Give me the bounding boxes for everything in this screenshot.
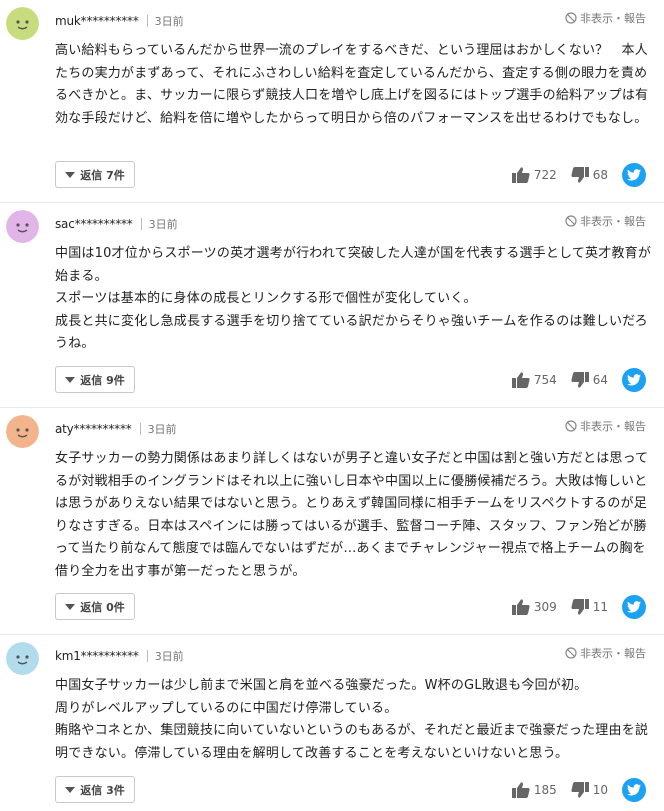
dislike-button[interactable]: 10 <box>571 782 608 798</box>
username[interactable]: muk********** <box>55 14 139 28</box>
divider <box>146 650 148 662</box>
dislike-count: 11 <box>592 600 608 614</box>
divider <box>139 423 141 435</box>
caret-down-icon <box>65 603 76 610</box>
divider <box>146 15 148 27</box>
caret-down-icon <box>65 786 76 793</box>
hide-report-link[interactable]: 非表示・報告 <box>565 645 646 661</box>
thumbs-down-icon <box>571 782 589 798</box>
prohibit-icon <box>565 647 577 659</box>
avatar-bg <box>6 642 39 675</box>
hide-report-label: 非表示・報告 <box>580 12 646 25</box>
twitter-share-button[interactable] <box>622 368 646 392</box>
reply-button[interactable]: 返信 0件 <box>55 593 135 620</box>
reply-button[interactable]: 返信 3件 <box>55 776 135 803</box>
thumbs-up-icon <box>511 782 530 798</box>
twitter-bird-icon <box>627 374 641 386</box>
thumbs-up-icon <box>511 167 530 183</box>
like-button[interactable]: 185 <box>511 782 557 798</box>
twitter-share-button[interactable] <box>622 778 646 802</box>
comment-actions: 309 11 <box>511 594 646 620</box>
twitter-bird-icon <box>627 169 641 181</box>
avatar-bg <box>6 415 39 448</box>
hide-report-link[interactable]: 非表示・報告 <box>565 213 646 229</box>
like-button[interactable]: 754 <box>511 372 557 388</box>
prohibit-icon <box>565 215 577 227</box>
hide-report-label: 非表示・報告 <box>580 215 646 228</box>
username[interactable]: km1********** <box>55 649 139 663</box>
comment-meta: aty********** 3日前 <box>55 420 177 438</box>
hide-report-label: 非表示・報告 <box>580 647 646 660</box>
caret-down-icon <box>65 171 76 178</box>
like-count: 185 <box>533 783 557 797</box>
comment-body: 女子サッカーの勢力関係はあまり詳しくはないが男子と違い女子だと中国は割と強い方だ… <box>55 451 649 579</box>
avatar[interactable] <box>6 210 39 243</box>
twitter-bird-icon <box>627 601 641 613</box>
twitter-share-button[interactable] <box>622 595 646 619</box>
thumbs-down-icon <box>571 599 589 615</box>
timestamp: 3日前 <box>147 423 177 436</box>
like-button[interactable]: 309 <box>511 599 557 615</box>
like-button[interactable]: 722 <box>511 167 557 183</box>
caret-down-icon <box>65 376 76 383</box>
like-count: 754 <box>533 373 557 387</box>
like-count: 722 <box>533 168 557 182</box>
avatar[interactable] <box>6 415 39 448</box>
reply-label: 返信 3件 <box>80 783 125 797</box>
username[interactable]: sac********** <box>55 217 133 231</box>
comment-meta: sac********** 3日前 <box>55 215 178 233</box>
prohibit-icon <box>565 420 577 432</box>
comment-body: 高い給料もらっているんだから世界一流のプレイをするべきだ、という理屈はおかしくな… <box>55 43 649 126</box>
username[interactable]: aty********** <box>55 422 132 436</box>
divider <box>140 218 142 230</box>
dislike-count: 64 <box>592 373 608 387</box>
comment-item: muk********** 3日前 非表示・報告 高い給料もらっているんだから世… <box>0 0 664 203</box>
hide-report-link[interactable]: 非表示・報告 <box>565 418 646 434</box>
dislike-count: 68 <box>592 168 608 182</box>
avatar-bg <box>6 7 39 40</box>
comment-item: km1********** 3日前 非表示・報告 中国女子サッカーは少し前まで米… <box>0 635 664 811</box>
thumbs-up-icon <box>511 599 530 615</box>
timestamp: 3日前 <box>154 15 184 28</box>
hide-report-link[interactable]: 非表示・報告 <box>565 10 646 26</box>
reply-label: 返信 7件 <box>80 168 125 182</box>
timestamp: 3日前 <box>148 218 178 231</box>
avatar[interactable] <box>6 642 39 675</box>
comment-meta: km1********** 3日前 <box>55 647 184 665</box>
thumbs-up-icon <box>511 372 530 388</box>
reply-button[interactable]: 返信 7件 <box>55 161 135 188</box>
timestamp: 3日前 <box>154 650 184 663</box>
reply-label: 返信 0件 <box>80 600 125 614</box>
prohibit-icon <box>565 12 577 24</box>
comment-actions: 722 68 <box>511 162 646 188</box>
like-count: 309 <box>533 600 557 614</box>
dislike-button[interactable]: 11 <box>571 599 608 615</box>
avatar[interactable] <box>6 7 39 40</box>
reply-label: 返信 9件 <box>80 373 125 387</box>
twitter-bird-icon <box>627 784 641 796</box>
comment-item: aty********** 3日前 非表示・報告 女子サッカーの勢力関係はあまり… <box>0 408 664 635</box>
avatar-bg <box>6 210 39 243</box>
thumbs-down-icon <box>571 372 589 388</box>
dislike-count: 10 <box>592 783 608 797</box>
dislike-button[interactable]: 64 <box>571 372 608 388</box>
comment-actions: 185 10 <box>511 777 646 803</box>
comment-item: sac********** 3日前 非表示・報告 中国は10才位からスポーツの英… <box>0 203 664 408</box>
thumbs-down-icon <box>571 167 589 183</box>
hide-report-label: 非表示・報告 <box>580 420 646 433</box>
dislike-button[interactable]: 68 <box>571 167 608 183</box>
comment-body: 中国は10才位からスポーツの英才選考が行われて突破した人達が国を代表する選手とし… <box>55 246 652 351</box>
reply-button[interactable]: 返信 9件 <box>55 366 135 393</box>
comment-meta: muk********** 3日前 <box>55 12 184 30</box>
comment-body: 中国女子サッカーは少し前まで米国と肩を並べる強豪だった。W杯のGL敗退も今回が初… <box>55 678 649 761</box>
comment-actions: 754 64 <box>511 367 646 393</box>
twitter-share-button[interactable] <box>622 163 646 187</box>
